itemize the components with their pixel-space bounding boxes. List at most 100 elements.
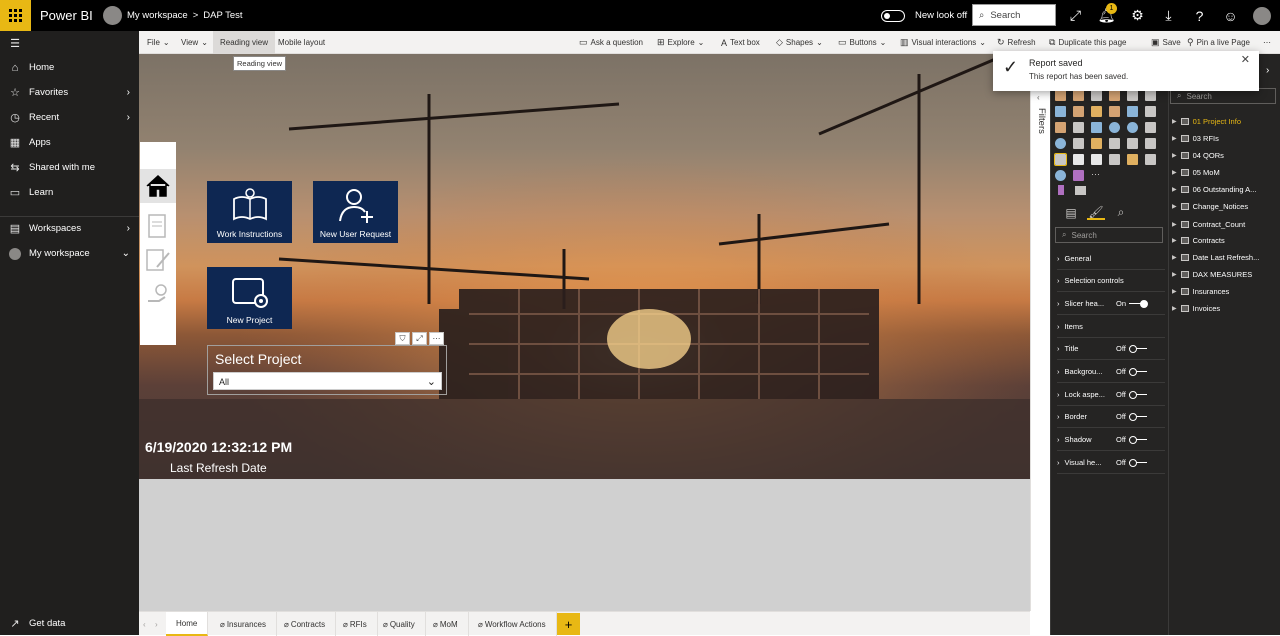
sidebar-item-home[interactable]: ⌂ Home — [0, 55, 139, 80]
shapes-menu[interactable]: ◇ Shapes ⌄ — [776, 31, 823, 54]
field-table-dax-measures[interactable]: ▶ DAX MEASURES — [1172, 266, 1280, 283]
breadcrumb-workspace[interactable]: My workspace — [127, 10, 188, 21]
field-table-change-notices[interactable]: ▶ Change_Notices — [1172, 198, 1280, 215]
nav-documents-button[interactable] — [140, 209, 176, 243]
format-row-slicer-header[interactable]: › Slicer hea... On — [1057, 293, 1165, 315]
explore-menu[interactable]: ⊞ Explore ⌄ — [657, 31, 704, 54]
card-icon[interactable] — [1109, 138, 1120, 149]
area-chart-icon[interactable] — [1073, 106, 1084, 117]
custom-visual-icon[interactable] — [1058, 185, 1064, 195]
tab-contracts[interactable]: ⌀ Contracts — [274, 612, 337, 636]
sidebar-item-shared[interactable]: ⇆ Shared with me — [0, 155, 139, 180]
nav-home-button[interactable] — [140, 169, 176, 203]
scatter-icon[interactable] — [1091, 122, 1102, 133]
ask-question-button[interactable]: ▭ Ask a question — [579, 31, 643, 54]
field-table-mom[interactable]: ▶ 05 MoM — [1172, 164, 1280, 181]
chevron-right-icon[interactable]: › — [1266, 65, 1269, 76]
donut-icon[interactable] — [1127, 122, 1138, 133]
percent-column-icon[interactable] — [1145, 90, 1156, 101]
waterfall-icon[interactable] — [1055, 122, 1066, 133]
r-visual-icon[interactable] — [1109, 154, 1120, 165]
field-table-invoices[interactable]: ▶ Invoices — [1172, 300, 1280, 317]
field-table-rfis[interactable]: ▶ 03 RFIs — [1172, 130, 1280, 147]
tab-rfis[interactable]: ⌀ RFIs — [333, 612, 378, 636]
text-box-button[interactable]: A Text box — [721, 31, 760, 54]
format-row-visual-header[interactable]: › Visual he... Off — [1057, 452, 1165, 474]
add-page-button[interactable]: + — [557, 613, 580, 635]
custom-visual-2-icon[interactable] — [1075, 186, 1086, 195]
kpi-icon[interactable] — [1145, 138, 1156, 149]
buttons-menu[interactable]: ▭ Buttons ⌄ — [838, 31, 886, 54]
app-launcher-button[interactable] — [0, 0, 31, 31]
search-box[interactable]: ⌕ Search — [972, 4, 1056, 26]
format-row-selection-controls[interactable]: › Selection controls — [1057, 270, 1165, 292]
key-influencers-icon[interactable] — [1145, 154, 1156, 165]
focus-mode-icon[interactable]: ⤢ — [412, 332, 427, 345]
analytics-tab[interactable]: ⌕ — [1112, 205, 1130, 220]
feedback-button[interactable]: ☺ — [1215, 0, 1246, 31]
matrix-icon[interactable] — [1091, 154, 1102, 165]
nav-menu-toggle[interactable]: ☰ — [0, 31, 139, 56]
sidebar-item-my-workspace[interactable]: My workspace ⌄ — [0, 241, 139, 266]
get-data-button[interactable]: ↗ Get data — [0, 611, 139, 636]
toggle-switch[interactable] — [881, 9, 905, 22]
multirow-card-icon[interactable] — [1127, 138, 1138, 149]
brand-name[interactable]: Power BI — [40, 0, 93, 31]
stacked-column-icon[interactable] — [1073, 90, 1084, 101]
funnel-icon[interactable] — [1073, 122, 1084, 133]
stacked-bar-icon[interactable] — [1055, 90, 1066, 101]
more-options-button[interactable]: ⋯ — [1263, 31, 1271, 54]
field-table-contract-count[interactable]: ▶ Contract_Count — [1172, 216, 1280, 233]
filled-map-icon[interactable] — [1073, 138, 1084, 149]
sidebar-item-favorites[interactable]: ☆ Favorites › — [0, 80, 139, 105]
format-search-input[interactable]: ⌕ Search — [1055, 227, 1163, 243]
format-toggle[interactable]: Off — [1116, 344, 1147, 353]
help-button[interactable]: ? — [1184, 0, 1215, 31]
visual-interactions-menu[interactable]: ▥ Visual interactions ⌄ — [900, 31, 986, 54]
new-user-request-button[interactable]: New User Request — [313, 181, 398, 243]
tab-quality[interactable]: ⌀ Quality — [373, 612, 426, 636]
map-icon[interactable] — [1055, 138, 1066, 149]
chevron-left-icon[interactable]: ‹ — [1037, 93, 1040, 102]
format-toggle[interactable]: Off — [1116, 390, 1147, 399]
sidebar-item-apps[interactable]: ▦ Apps — [0, 130, 139, 155]
format-row-general[interactable]: › General — [1057, 248, 1165, 270]
field-table-date-last-refresh[interactable]: ▶ Date Last Refresh... — [1172, 249, 1280, 266]
notifications-button[interactable]: 🔔︎ 1 — [1091, 0, 1122, 31]
filter-icon[interactable]: ⛉ — [395, 332, 410, 345]
format-row-shadow[interactable]: › Shadow Off — [1057, 429, 1165, 451]
ribbon-chart-icon[interactable] — [1145, 106, 1156, 117]
clustered-bar-icon[interactable] — [1091, 90, 1102, 101]
gauge-icon[interactable] — [1091, 138, 1102, 149]
new-look-toggle[interactable]: New look off — [881, 0, 967, 31]
tab-scroll-left[interactable]: ‹ — [139, 612, 150, 636]
format-row-items[interactable]: › Items — [1057, 316, 1165, 338]
tab-mom[interactable]: ⌀ MoM — [423, 612, 469, 636]
field-table-qors[interactable]: ▶ 04 QORs — [1172, 147, 1280, 164]
new-project-button[interactable]: New Project — [207, 267, 292, 329]
format-row-border[interactable]: › Border Off — [1057, 406, 1165, 428]
format-tab[interactable]: 🖌︎ — [1087, 205, 1105, 220]
sidebar-item-workspaces[interactable]: ▤ Workspaces › — [0, 216, 139, 241]
format-toggle[interactable]: Off — [1116, 412, 1147, 421]
format-row-background[interactable]: › Backgrou... Off — [1057, 361, 1165, 383]
slicer-icon[interactable] — [1054, 153, 1067, 166]
stacked-area-icon[interactable] — [1091, 106, 1102, 117]
more-visuals-icon[interactable]: ⋯ — [1091, 170, 1102, 181]
settings-button[interactable]: ⚙ — [1122, 0, 1153, 31]
format-row-title[interactable]: › Title Off — [1057, 338, 1165, 360]
sidebar-item-recent[interactable]: ◷ Recent › — [0, 105, 139, 130]
nav-quality-button[interactable] — [140, 277, 176, 311]
arcgis-icon[interactable] — [1055, 170, 1066, 181]
file-menu[interactable]: File ⌄ — [147, 31, 170, 54]
sidebar-item-learn[interactable]: ▭ Learn — [0, 180, 139, 205]
field-table-contracts[interactable]: ▶ Contracts — [1172, 232, 1280, 249]
work-instructions-button[interactable]: Work Instructions — [207, 181, 292, 243]
tab-workflow-actions[interactable]: ⌀ Workflow Actions — [468, 612, 557, 636]
view-menu[interactable]: View ⌄ — [181, 31, 208, 54]
format-toggle[interactable]: On — [1116, 299, 1149, 308]
percent-bar-icon[interactable] — [1127, 90, 1138, 101]
tab-insurances[interactable]: ⌀ Insurances — [210, 612, 277, 636]
breadcrumb-report[interactable]: DAP Test — [203, 10, 242, 21]
expand-button[interactable]: ⤢ — [1060, 0, 1091, 31]
